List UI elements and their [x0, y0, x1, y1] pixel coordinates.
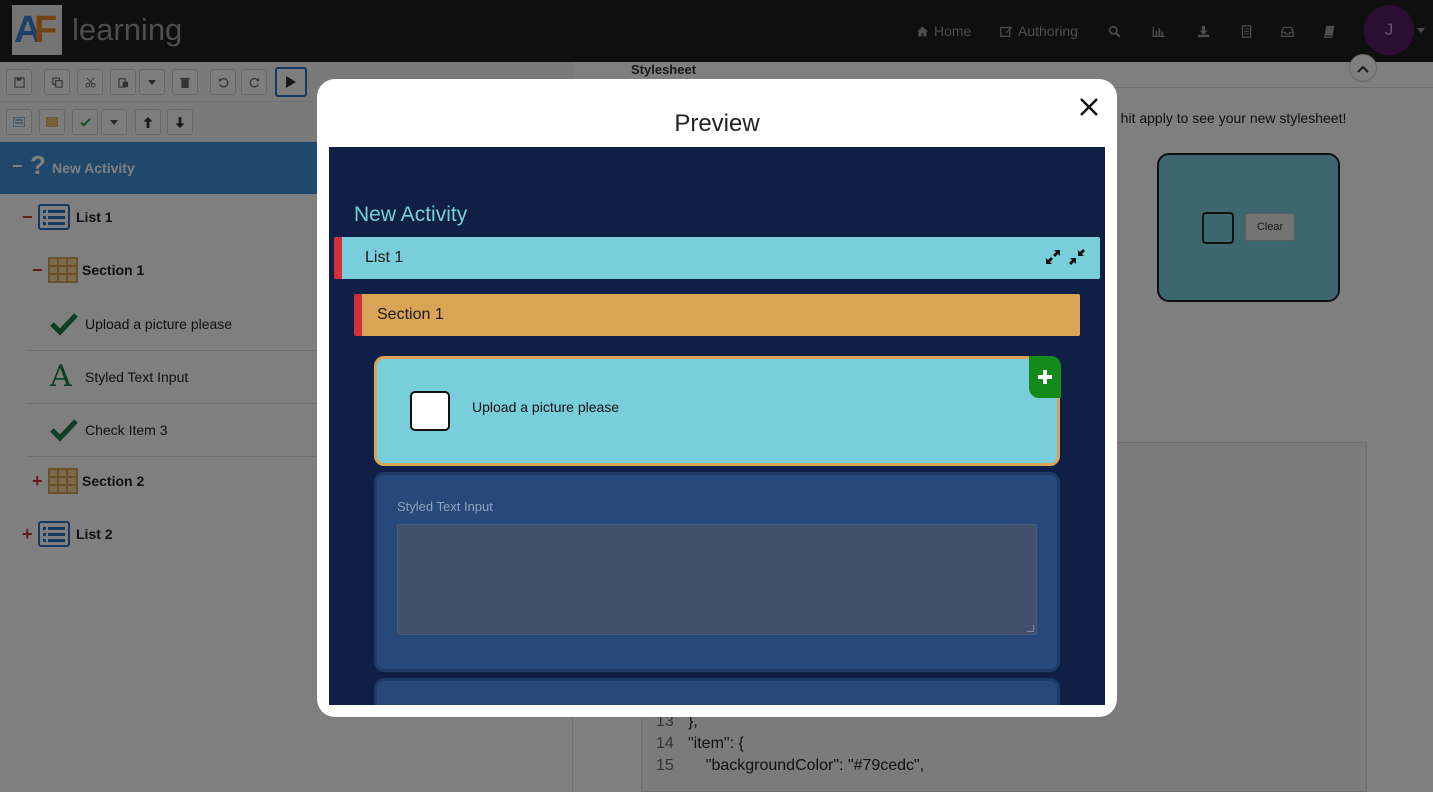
preview-content: New Activity List 1 Section 1 Upload a p…	[329, 147, 1105, 705]
add-attachment-button[interactable]	[1029, 356, 1061, 398]
next-item-card	[374, 678, 1060, 705]
upload-item-label: Upload a picture please	[472, 399, 620, 415]
list-header[interactable]: List 1	[334, 237, 1100, 279]
activity-title: New Activity	[354, 203, 468, 226]
expand-icon[interactable]	[1045, 249, 1061, 265]
preview-modal: Preview New Activity List 1 Section 1 Up…	[317, 79, 1117, 717]
section-header[interactable]: Section 1	[354, 294, 1080, 336]
upload-item-card[interactable]: Upload a picture please	[374, 356, 1061, 466]
close-icon[interactable]	[1079, 97, 1099, 117]
resize-handle[interactable]	[1027, 625, 1034, 632]
modal-title: Preview	[674, 110, 760, 137]
item-checkbox[interactable]	[410, 391, 450, 431]
styled-text-area[interactable]	[397, 524, 1037, 635]
plus-icon	[1038, 370, 1052, 384]
compress-icon[interactable]	[1069, 249, 1085, 265]
text-input-label: Styled Text Input	[397, 499, 493, 514]
text-input-card: Styled Text Input	[374, 472, 1060, 672]
section-label: Section 1	[377, 306, 444, 323]
list-label: List 1	[365, 249, 404, 266]
